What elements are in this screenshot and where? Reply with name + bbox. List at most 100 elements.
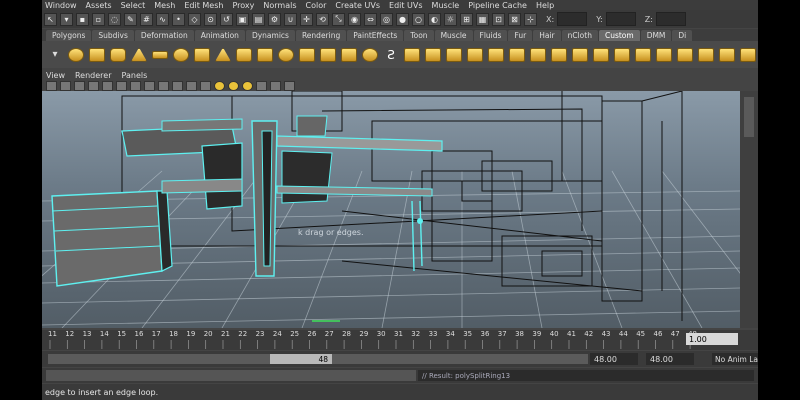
poly-cube-icon[interactable] bbox=[88, 45, 106, 65]
perspective-viewport[interactable]: k drag or edges. bbox=[42, 91, 740, 328]
transform-icon[interactable]: ✛ bbox=[300, 12, 313, 26]
y-field[interactable] bbox=[605, 12, 636, 26]
history-icon[interactable]: ↺ bbox=[220, 12, 233, 26]
wireframe-icon[interactable] bbox=[158, 80, 169, 91]
image-plane-icon[interactable] bbox=[74, 80, 85, 91]
bridge-icon[interactable] bbox=[445, 45, 463, 65]
shelf-menu-icon[interactable]: ▾ bbox=[46, 45, 64, 65]
poly-sphere-icon[interactable] bbox=[67, 45, 85, 65]
tab-di[interactable]: Di bbox=[672, 30, 693, 41]
collapse-icon[interactable] bbox=[592, 45, 610, 65]
menu-toggle-icon[interactable]: ▾ bbox=[60, 12, 73, 26]
range-slider-handle[interactable]: 48 bbox=[270, 354, 332, 364]
fill-hole-icon[interactable] bbox=[697, 45, 715, 65]
menu-normals[interactable]: Normals bbox=[263, 1, 296, 10]
poly-soccer-icon[interactable] bbox=[277, 45, 295, 65]
combine-icon[interactable] bbox=[298, 45, 316, 65]
field-chart-icon[interactable] bbox=[130, 80, 141, 91]
select-object-icon[interactable]: ▪ bbox=[76, 12, 89, 26]
playback-end-field[interactable]: 48.00 bbox=[646, 353, 694, 365]
snap-curve-icon[interactable]: ∿ bbox=[156, 12, 169, 26]
smooth-shade-icon[interactable] bbox=[172, 80, 183, 91]
isolate-select-icon[interactable] bbox=[284, 80, 295, 91]
viewport-side-panel[interactable] bbox=[740, 91, 758, 328]
resolution-gate-icon[interactable] bbox=[116, 80, 127, 91]
xray-mode-icon[interactable] bbox=[200, 80, 211, 91]
tab-ncloth[interactable]: nCloth bbox=[561, 30, 598, 41]
menu-muscle[interactable]: Muscle bbox=[432, 1, 460, 10]
menu-proxy[interactable]: Proxy bbox=[232, 1, 254, 10]
tab-hair[interactable]: Hair bbox=[533, 30, 561, 41]
ipr-icon[interactable]: ▤ bbox=[252, 12, 265, 26]
snap-live-icon[interactable]: ⊙ bbox=[204, 12, 217, 26]
lasso-icon[interactable]: ◌ bbox=[108, 12, 121, 26]
separate-icon[interactable] bbox=[319, 45, 337, 65]
menu-pipeline-cache[interactable]: Pipeline Cache bbox=[468, 1, 527, 10]
tab-subdivs[interactable]: Subdivs bbox=[92, 30, 134, 41]
poly-cylinder-icon[interactable] bbox=[109, 45, 127, 65]
poly-pyramid-icon[interactable] bbox=[214, 45, 232, 65]
current-frame-field[interactable]: 1.00 bbox=[686, 333, 738, 345]
render-settings-icon[interactable]: ⚙ bbox=[268, 12, 281, 26]
render-icon[interactable]: ▣ bbox=[236, 12, 249, 26]
hq-render-icon[interactable] bbox=[270, 80, 281, 91]
tab-painteffects[interactable]: PaintEffects bbox=[347, 30, 404, 41]
poly-helix-icon[interactable] bbox=[256, 45, 274, 65]
texture-icon[interactable]: ▦ bbox=[476, 12, 489, 26]
smooth-icon[interactable] bbox=[361, 45, 379, 65]
triangulate-icon[interactable] bbox=[718, 45, 736, 65]
symmetry-icon[interactable]: ⇔ bbox=[364, 12, 377, 26]
panel-menu-panels[interactable]: Panels bbox=[122, 71, 148, 80]
tab-toon[interactable]: Toon bbox=[404, 30, 434, 41]
grid-toggle-icon[interactable] bbox=[88, 80, 99, 91]
panel-menu-renderer[interactable]: Renderer bbox=[75, 71, 112, 80]
all-lights-icon[interactable] bbox=[228, 80, 239, 91]
time-slider[interactable]: 11 12 13 14 15 16 17 18 19 20 21 22 23 24 25 26 27 28 29 30… bbox=[42, 330, 758, 350]
poke-icon[interactable] bbox=[634, 45, 652, 65]
select-arrow-icon[interactable]: ↖ bbox=[44, 12, 57, 26]
grid-icon[interactable]: ⊞ bbox=[460, 12, 473, 26]
scale-icon[interactable]: ⤡ bbox=[332, 12, 345, 26]
xray-icon[interactable]: ⊠ bbox=[508, 12, 521, 26]
poly-cone-icon[interactable] bbox=[130, 45, 148, 65]
paint-select-icon[interactable]: ✎ bbox=[124, 12, 137, 26]
soft-select-icon[interactable]: ◉ bbox=[348, 12, 361, 26]
shade-icon[interactable]: ◐ bbox=[428, 12, 441, 26]
shadows-icon[interactable] bbox=[256, 80, 267, 91]
menu-select[interactable]: Select bbox=[121, 1, 146, 10]
poly-torus-icon[interactable] bbox=[172, 45, 190, 65]
isolate-icon[interactable]: ⊡ bbox=[492, 12, 505, 26]
bevel-icon[interactable] bbox=[424, 45, 442, 65]
tab-muscle[interactable]: Muscle bbox=[434, 30, 473, 41]
tab-fur[interactable]: Fur bbox=[508, 30, 533, 41]
snap-grid-icon[interactable]: # bbox=[140, 12, 153, 26]
z-field[interactable] bbox=[655, 12, 686, 26]
tab-rendering[interactable]: Rendering bbox=[295, 30, 347, 41]
menu-help[interactable]: Help bbox=[536, 1, 554, 10]
menu-window[interactable]: Window bbox=[45, 1, 77, 10]
magnet-icon[interactable]: ∪ bbox=[284, 12, 297, 26]
tab-fluids[interactable]: Fluids bbox=[473, 30, 508, 41]
snap-point-icon[interactable]: • bbox=[172, 12, 185, 26]
snap-plane-icon[interactable]: ◇ bbox=[188, 12, 201, 26]
append-icon[interactable] bbox=[466, 45, 484, 65]
split-icon[interactable] bbox=[487, 45, 505, 65]
camera-icon[interactable]: ◎ bbox=[380, 12, 393, 26]
menu-mesh[interactable]: Mesh bbox=[154, 1, 175, 10]
light-icon[interactable]: ☼ bbox=[444, 12, 457, 26]
tab-deformation[interactable]: Deformation bbox=[134, 30, 194, 41]
safe-action-icon[interactable] bbox=[144, 80, 155, 91]
tab-dynamics[interactable]: Dynamics bbox=[245, 30, 295, 41]
insert-loop-icon[interactable] bbox=[508, 45, 526, 65]
extrude-icon[interactable] bbox=[550, 45, 568, 65]
menu-edit-mesh[interactable]: Edit Mesh bbox=[184, 1, 223, 10]
film-gate-icon[interactable] bbox=[102, 80, 113, 91]
poly-prism-icon[interactable] bbox=[193, 45, 211, 65]
color-icon[interactable]: ● bbox=[396, 12, 409, 26]
poly-plane-icon[interactable] bbox=[151, 45, 169, 65]
poly-pipe-icon[interactable] bbox=[235, 45, 253, 65]
camera-attr-icon[interactable] bbox=[46, 80, 57, 91]
tab-dmm[interactable]: DMM bbox=[640, 30, 672, 41]
x-field[interactable] bbox=[557, 12, 588, 26]
quadrangulate-icon[interactable] bbox=[739, 45, 757, 65]
